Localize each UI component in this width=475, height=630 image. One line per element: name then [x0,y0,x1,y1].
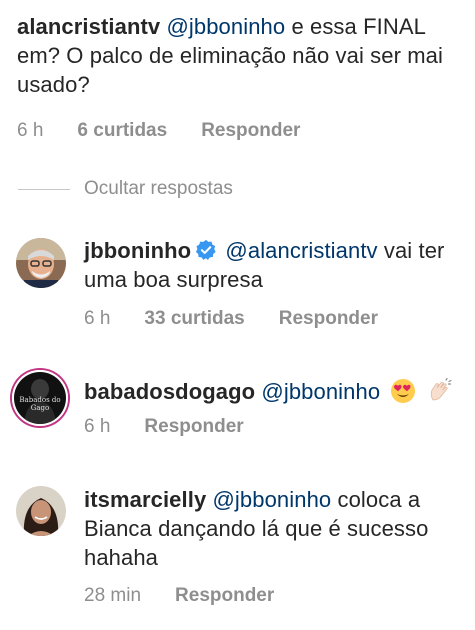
reply-username[interactable]: babadosdogago [84,379,255,404]
reply-username[interactable]: jbboninho [84,238,191,263]
comment-alancristiantv: alancristiantv @jbboninho e essa FINAL e… [17,14,475,98]
hide-replies-divider [18,188,70,190]
comment-username[interactable]: alancristiantv [17,14,160,39]
reply-likes[interactable]: 33 curtidas [144,308,244,330]
reply-jbboninho: jbboninho @alancristiantv vai ter uma bo… [84,238,475,293]
reply-text: itsmarcielly @jbboninho coloca a [84,487,475,513]
reply-reply-button[interactable]: Responder [144,416,243,438]
hide-replies-toggle[interactable]: Ocultar respostas [18,178,233,200]
reply-text: jbboninho @alancristiantv vai ter [84,238,475,264]
comment-likes[interactable]: 6 curtidas [77,120,167,142]
reply-meta: 28 min Responder [84,585,274,607]
comment-mention[interactable]: @jbboninho [166,14,285,39]
reply-meta: 6 h 33 curtidas Responder [84,308,378,330]
reply-time: 6 h [84,308,111,329]
reply-mention[interactable]: @jbboninho [213,487,332,512]
reply-time: 28 min [84,585,142,606]
avatar-babadosdogago[interactable]: Babados do Gago [12,370,68,426]
reply-reply-button[interactable]: Responder [279,308,378,330]
reply-babadosdogago: babadosdogago @jbboninho [84,378,475,405]
comment-text: alancristiantv @jbboninho e essa FINAL [17,14,475,40]
comment-text-line1: e essa FINAL [285,14,426,39]
comment-reply-button[interactable]: Responder [201,120,300,142]
hide-replies-label: Ocultar respostas [84,178,233,199]
reply-reply-button[interactable]: Responder [175,585,274,607]
avatar-text: Babados do Gago [19,396,61,412]
reply-username[interactable]: itsmarcielly [84,487,206,512]
clapping-hands-emoji-icon [430,378,452,401]
reply-text-line1: coloca a [331,487,421,512]
comment-text-line2: em? O palco de eliminação não vai ser ma… [17,43,443,68]
verified-badge-icon [196,239,216,260]
reply-text-line1: vai ter [377,238,445,263]
avatar-itsmarcielly[interactable] [16,486,66,536]
reply-itsmarcielly: itsmarcielly @jbboninho coloca a Bianca … [84,487,475,571]
avatar-image [16,238,66,288]
reply-mention[interactable]: @alancristiantv [225,238,377,263]
reply-text-line2: Bianca dançando lá que é sucesso [84,516,429,541]
comment-time: 6 h [17,120,44,141]
heart-eyes-emoji-icon [391,379,416,403]
comment-meta: 6 h 6 curtidas Responder [17,120,300,142]
avatar-jbboninho[interactable] [16,238,66,288]
comment-text-line3: usado? [17,72,90,97]
reply-text: babadosdogago @jbboninho [84,378,475,405]
reply-text-line3: hahaha [84,545,159,570]
reply-text-line2: uma boa surpresa [84,267,263,292]
reply-time: 6 h [84,416,111,437]
reply-meta: 6 h Responder [84,416,244,438]
reply-mention[interactable]: @jbboninho [261,379,380,404]
avatar-image [16,486,66,536]
